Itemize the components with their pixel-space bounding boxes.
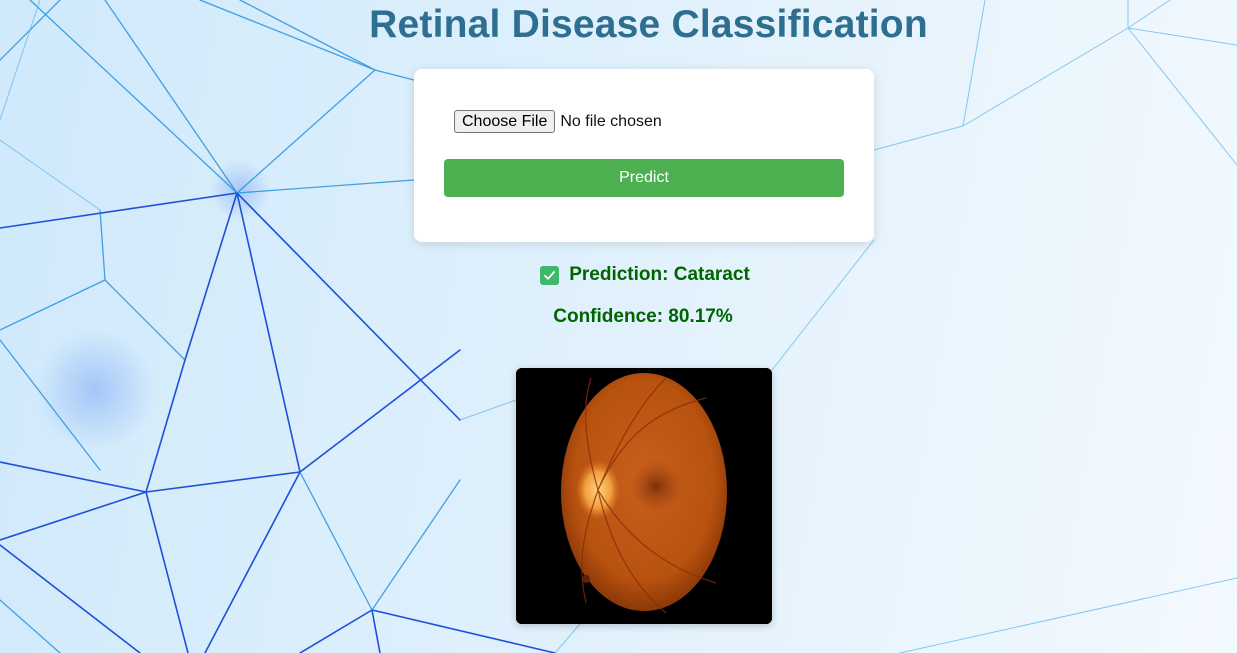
file-status-text: No file chosen xyxy=(560,112,662,130)
upload-card: Choose File No file chosen Predict xyxy=(414,69,874,242)
confidence-label: Confidence: 80.17% xyxy=(553,306,733,327)
prediction-result: Prediction: Cataract xyxy=(0,264,1237,286)
prediction-label: Prediction: Cataract xyxy=(569,264,750,285)
choose-file-button[interactable]: Choose File xyxy=(454,110,556,133)
page-title: Retinal Disease Classification xyxy=(369,3,928,46)
retina-image xyxy=(516,368,772,624)
file-input[interactable]: Choose File No file chosen xyxy=(454,110,662,133)
check-mark-icon xyxy=(540,265,560,285)
predict-button[interactable]: Predict xyxy=(444,159,844,197)
fundus-photo xyxy=(516,368,772,624)
